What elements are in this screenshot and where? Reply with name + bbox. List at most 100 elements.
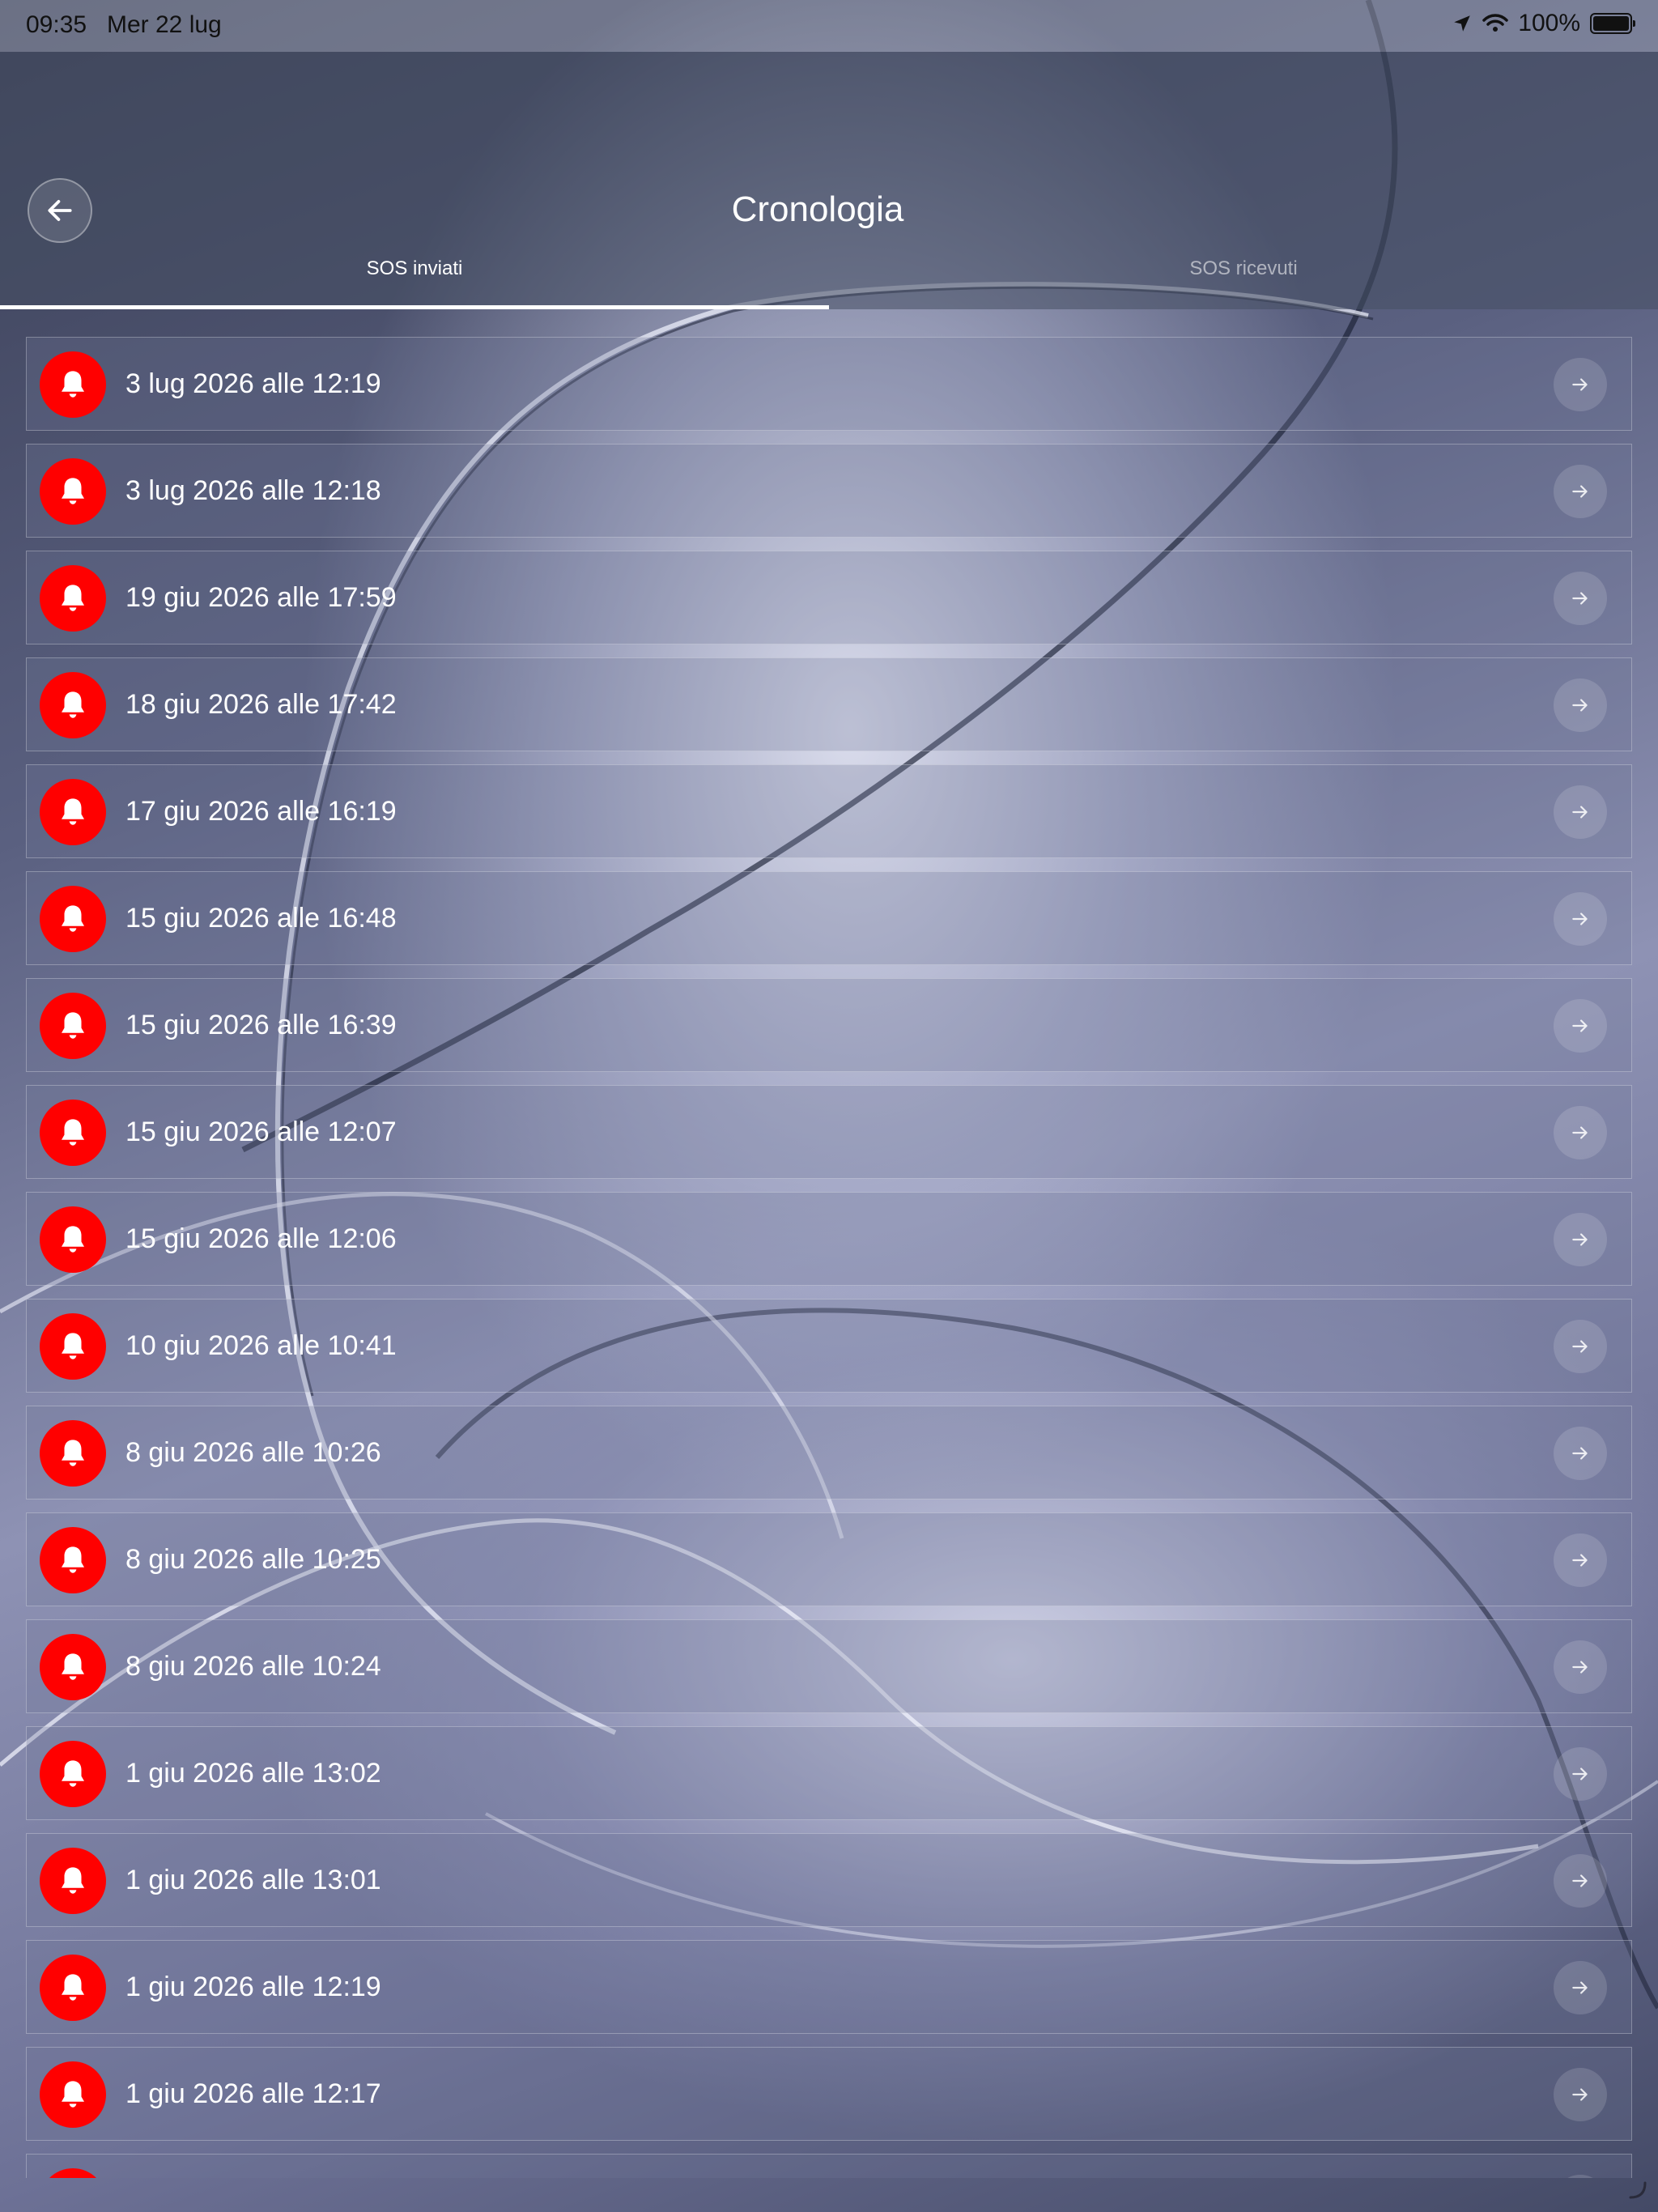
open-detail-button[interactable]	[1554, 2068, 1607, 2121]
open-detail-button[interactable]	[1554, 1961, 1607, 2014]
open-detail-button[interactable]	[1554, 892, 1607, 946]
open-detail-button[interactable]	[1554, 785, 1607, 839]
history-row[interactable]: 15 giu 2026 alle 12:06	[26, 1192, 1632, 1286]
alarm-badge	[40, 1634, 106, 1700]
history-row-label: 17 giu 2026 alle 16:19	[125, 796, 397, 827]
bell-icon	[62, 1653, 84, 1680]
bell-icon	[62, 585, 84, 611]
history-row[interactable]: 3 lug 2026 alle 12:19	[26, 337, 1632, 431]
scroll-indicator	[1629, 2181, 1647, 2199]
bell-icon	[62, 691, 84, 718]
arrow-right-icon	[1572, 912, 1588, 925]
history-row-label: 10 giu 2026 alle 10:41	[125, 1330, 397, 1361]
open-detail-button[interactable]	[1554, 678, 1607, 732]
history-row[interactable]: 10 giu 2026 alle 10:41	[26, 1299, 1632, 1393]
battery-percent: 100%	[1518, 10, 1580, 36]
alarm-badge	[40, 1100, 106, 1166]
history-row[interactable]	[26, 2154, 1632, 2178]
history-row-label: 1 giu 2026 alle 13:01	[125, 1865, 381, 1895]
arrow-right-icon	[1572, 1340, 1588, 1353]
open-detail-button[interactable]	[1554, 2175, 1607, 2178]
bell-icon	[62, 1760, 84, 1787]
history-row[interactable]: 1 giu 2026 alle 12:17	[26, 2047, 1632, 2141]
battery-icon	[1590, 13, 1635, 34]
open-detail-button[interactable]	[1554, 465, 1607, 518]
bell-icon	[62, 2081, 84, 2108]
open-detail-button[interactable]	[1554, 1640, 1607, 1694]
history-row[interactable]: 8 giu 2026 alle 10:25	[26, 1512, 1632, 1606]
bell-icon	[62, 478, 84, 504]
history-row[interactable]: 1 giu 2026 alle 13:02	[26, 1726, 1632, 1820]
arrow-right-icon	[1572, 1981, 1588, 1994]
history-row-label: 15 giu 2026 alle 16:48	[125, 903, 397, 934]
history-row-label: 15 giu 2026 alle 12:06	[125, 1223, 397, 1254]
status-date: Mer 22 lug	[107, 11, 222, 38]
open-detail-button[interactable]	[1554, 1854, 1607, 1908]
history-row-label: 1 giu 2026 alle 12:17	[125, 2078, 381, 2109]
tab-sos-received[interactable]: SOS ricevuti	[829, 243, 1658, 309]
history-row[interactable]: 17 giu 2026 alle 16:19	[26, 764, 1632, 858]
tab-bar: SOS inviati SOS ricevuti	[0, 243, 1658, 309]
location-icon	[1454, 15, 1471, 32]
alarm-badge	[40, 2061, 106, 2128]
alarm-badge	[40, 1527, 106, 1593]
alarm-badge	[40, 1206, 106, 1273]
alarm-badge	[40, 886, 106, 952]
history-row[interactable]: 8 giu 2026 alle 10:24	[26, 1619, 1632, 1713]
history-row[interactable]: 18 giu 2026 alle 17:42	[26, 657, 1632, 751]
bell-icon	[62, 1440, 84, 1466]
history-row[interactable]: 1 giu 2026 alle 12:19	[26, 1940, 1632, 2034]
alarm-badge	[40, 565, 106, 632]
arrow-right-icon	[1572, 1233, 1588, 1246]
arrow-right-icon	[1572, 485, 1588, 498]
history-row[interactable]: 19 giu 2026 alle 17:59	[26, 551, 1632, 644]
status-indicators: 100%	[1452, 10, 1635, 37]
arrow-right-icon	[1572, 699, 1588, 712]
arrow-right-icon	[1572, 1126, 1588, 1139]
history-row[interactable]: 15 giu 2026 alle 16:48	[26, 871, 1632, 965]
history-row-label: 3 lug 2026 alle 12:18	[125, 475, 381, 506]
bell-icon	[62, 798, 84, 825]
open-detail-button[interactable]	[1554, 1534, 1607, 1587]
alarm-badge	[40, 779, 106, 845]
bell-icon	[62, 1867, 84, 1894]
history-row-label: 8 giu 2026 alle 10:24	[125, 1651, 381, 1682]
history-row[interactable]: 3 lug 2026 alle 12:18	[26, 444, 1632, 538]
alarm-badge	[40, 1420, 106, 1487]
open-detail-button[interactable]	[1554, 1320, 1607, 1373]
history-row-label: 3 lug 2026 alle 12:19	[125, 368, 381, 399]
status-bar: 09:35 Mer 22 lug 100%	[0, 0, 1658, 52]
tab-sos-sent[interactable]: SOS inviati	[0, 243, 829, 309]
history-row-label: 19 giu 2026 alle 17:59	[125, 582, 397, 613]
history-row-label: 8 giu 2026 alle 10:26	[125, 1437, 381, 1468]
bell-icon	[62, 1226, 84, 1253]
bell-icon	[62, 1012, 84, 1039]
history-list[interactable]: 3 lug 2026 alle 12:19 3 lug 2026 alle 12:…	[26, 337, 1632, 2178]
bell-icon	[62, 1974, 84, 2001]
open-detail-button[interactable]	[1554, 1747, 1607, 1801]
open-detail-button[interactable]	[1554, 572, 1607, 625]
arrow-right-icon	[1572, 1767, 1588, 1780]
history-row-label: 1 giu 2026 alle 12:19	[125, 1972, 381, 2002]
open-detail-button[interactable]	[1554, 1213, 1607, 1266]
open-detail-button[interactable]	[1554, 999, 1607, 1053]
alarm-badge	[40, 1955, 106, 2021]
alarm-badge	[40, 993, 106, 1059]
open-detail-button[interactable]	[1554, 1106, 1607, 1159]
history-row-label: 1 giu 2026 alle 13:02	[125, 1758, 381, 1789]
history-row[interactable]: 1 giu 2026 alle 13:01	[26, 1833, 1632, 1927]
arrow-right-icon	[1572, 2088, 1588, 2101]
history-row[interactable]: 15 giu 2026 alle 12:07	[26, 1085, 1632, 1179]
bell-icon	[62, 371, 84, 398]
arrow-right-icon	[1572, 806, 1588, 819]
open-detail-button[interactable]	[1554, 1427, 1607, 1480]
page-title: Cronologia	[731, 189, 904, 229]
alarm-badge	[40, 1313, 106, 1380]
alarm-badge	[40, 1741, 106, 1807]
alarm-badge	[40, 458, 106, 525]
open-detail-button[interactable]	[1554, 358, 1607, 411]
arrow-right-icon	[1572, 1661, 1588, 1674]
history-row[interactable]: 8 giu 2026 alle 10:26	[26, 1406, 1632, 1499]
alarm-badge	[40, 351, 106, 418]
history-row[interactable]: 15 giu 2026 alle 16:39	[26, 978, 1632, 1072]
